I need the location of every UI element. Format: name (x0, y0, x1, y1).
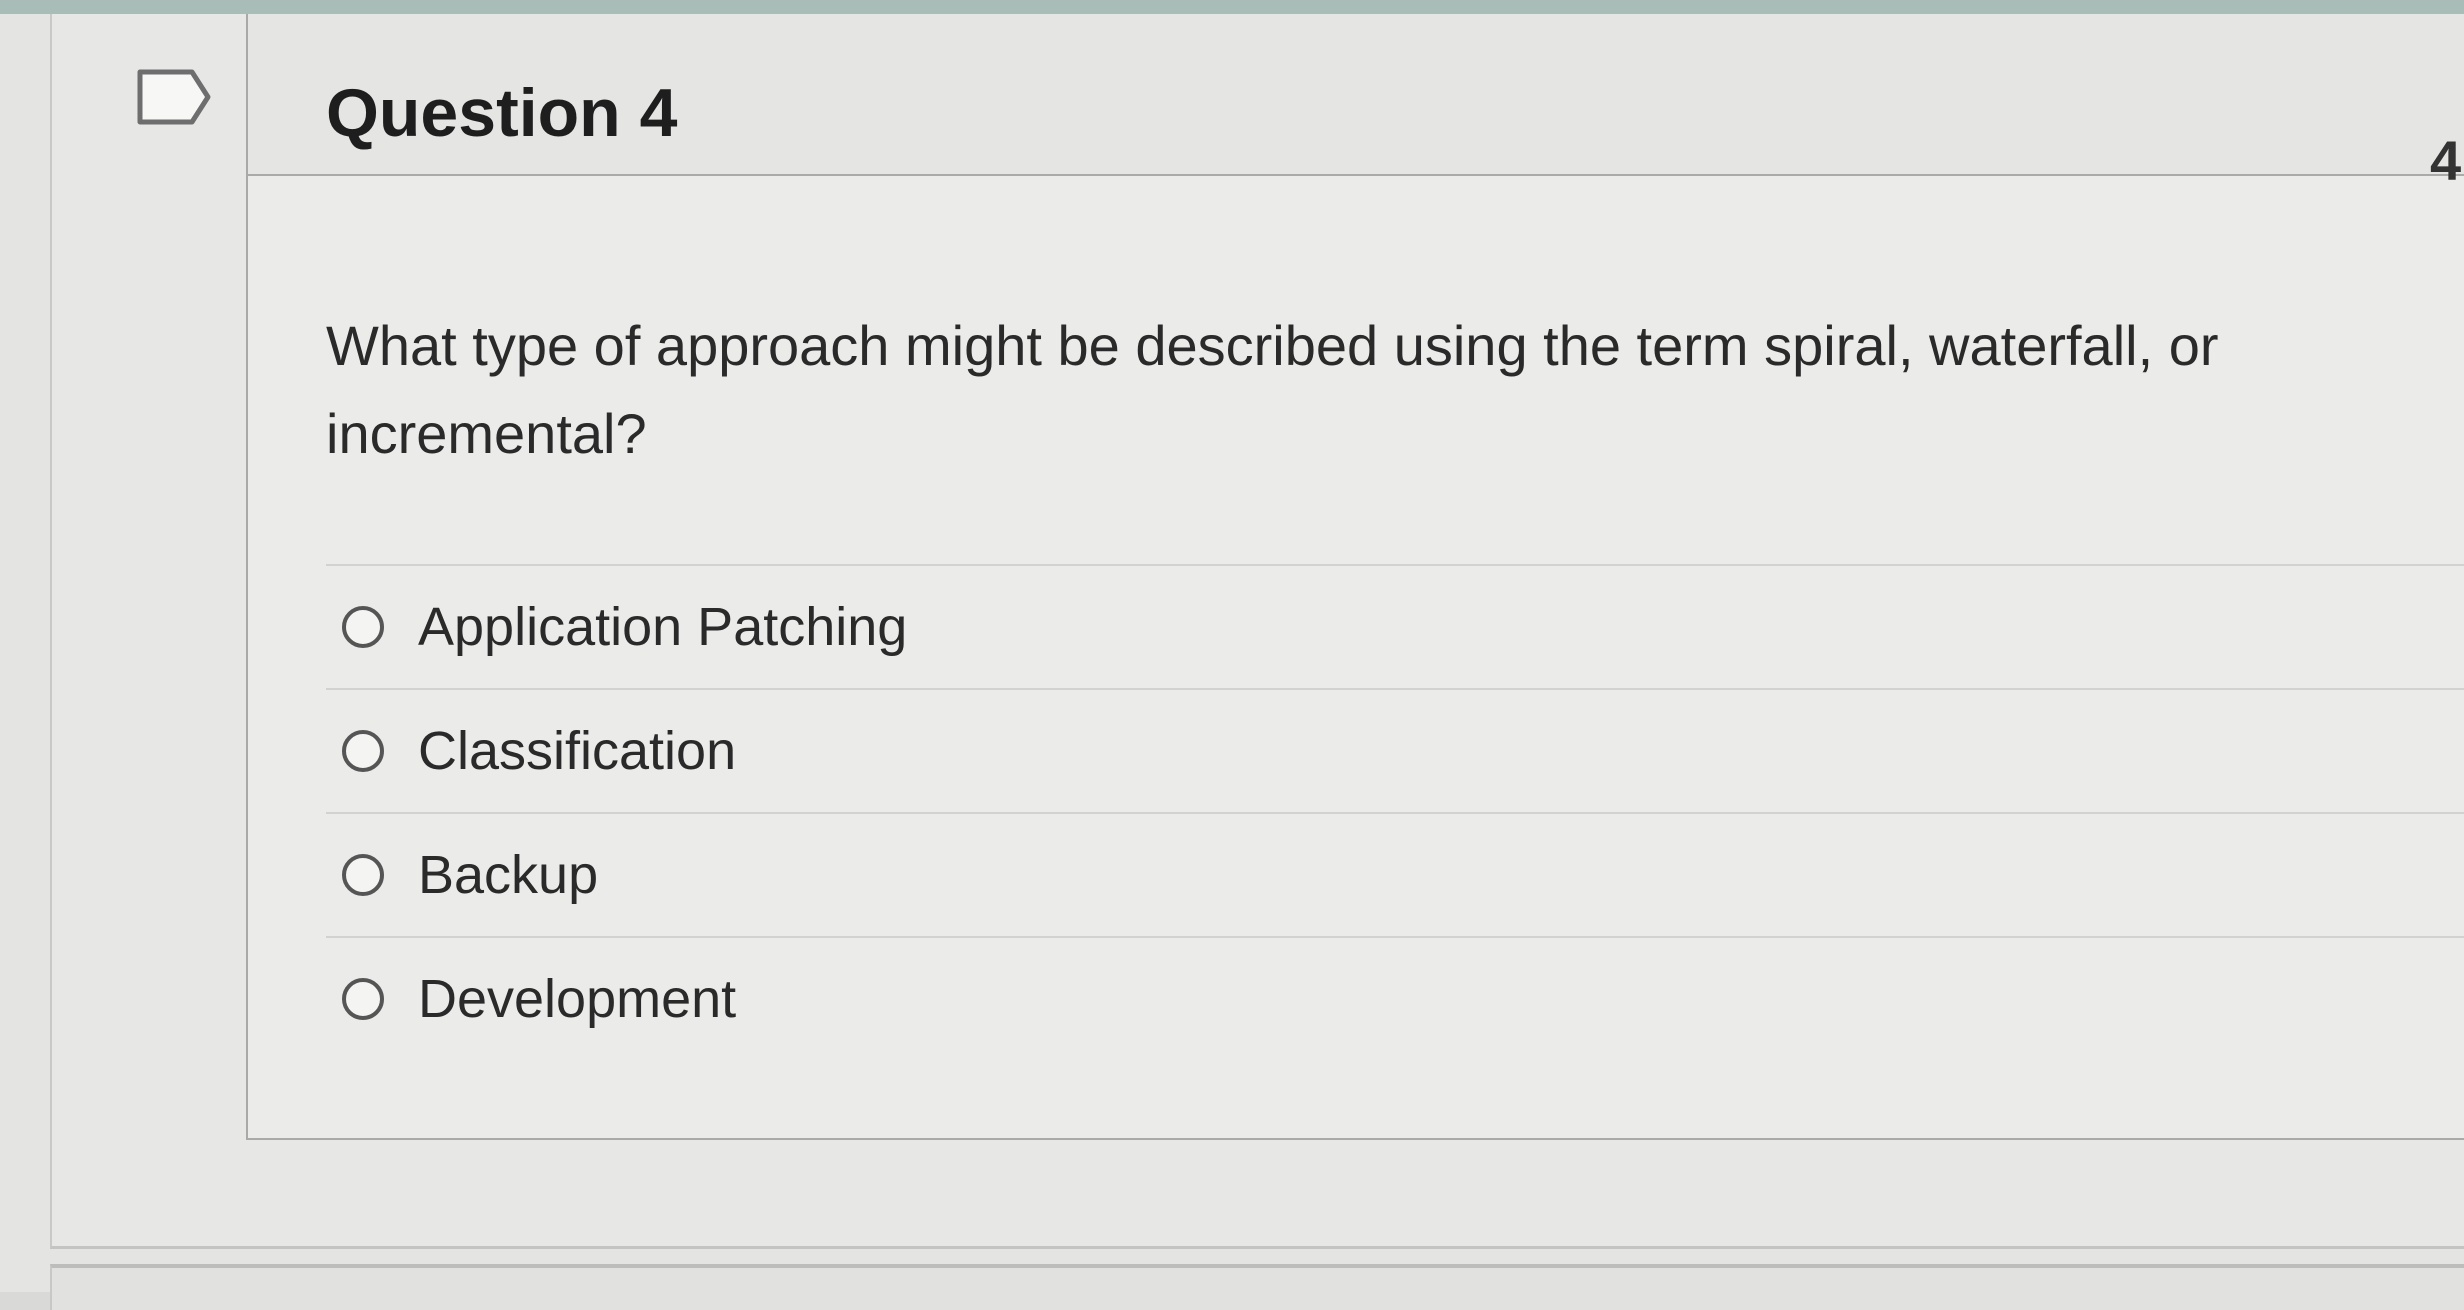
next-question-card (50, 1264, 2464, 1310)
answer-list: Application Patching Classification Back… (326, 564, 2464, 1060)
radio-button[interactable] (342, 730, 384, 772)
answer-label: Application Patching (418, 597, 908, 657)
question-title: Question 4 (326, 75, 678, 151)
radio-button[interactable] (342, 854, 384, 896)
question-card: Question 4 4 p What type of approach mig… (246, 14, 2464, 1140)
answer-label: Backup (418, 845, 599, 905)
question-container: Question 4 4 p What type of approach mig… (50, 14, 2464, 1249)
answer-option[interactable]: Backup (326, 814, 2464, 938)
answer-option[interactable]: Development (326, 938, 2464, 1060)
answer-label: Classification (418, 721, 737, 781)
answer-option[interactable]: Application Patching (326, 566, 2464, 690)
answer-option[interactable]: Classification (326, 690, 2464, 814)
flag-question-button[interactable] (136, 68, 212, 126)
question-header: Question 4 4 p (248, 14, 2464, 192)
bookmark-flag-icon (137, 69, 211, 125)
radio-button[interactable] (342, 606, 384, 648)
question-text: What type of approach might be described… (326, 314, 2219, 465)
radio-button[interactable] (342, 978, 384, 1020)
question-points: 4 p (2430, 129, 2464, 192)
quiz-page: Question 4 4 p What type of approach mig… (0, 14, 2464, 1310)
answer-label: Development (418, 969, 737, 1029)
window-top-band (0, 0, 2464, 14)
